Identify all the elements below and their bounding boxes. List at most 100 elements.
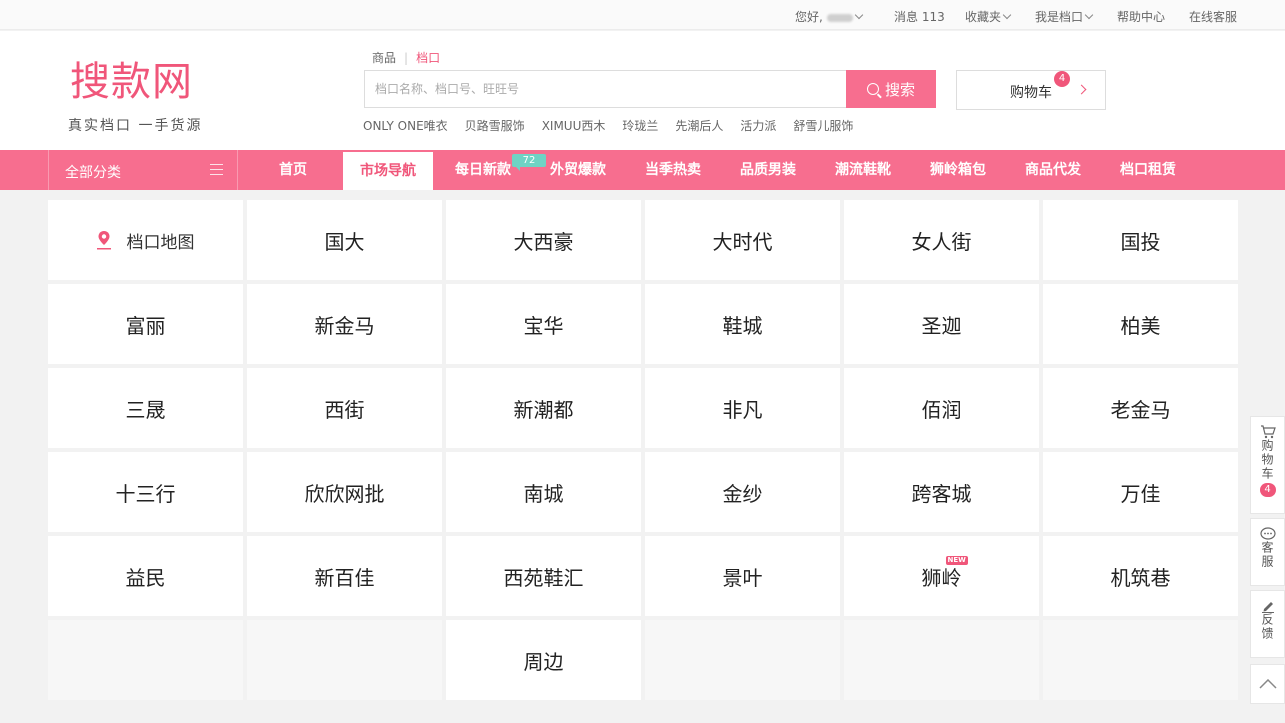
market-cell[interactable]: 金纱 xyxy=(645,452,840,532)
messages-link[interactable]: 消息 113 xyxy=(894,8,945,25)
cart-count-badge: 4 xyxy=(1054,71,1070,87)
market-cell[interactable]: 西街 xyxy=(247,368,442,448)
market-cell[interactable]: 西苑鞋汇 xyxy=(446,536,641,616)
market-cell[interactable]: 女人街 xyxy=(844,200,1039,280)
edit-icon xyxy=(1261,602,1274,613)
favorites-menu[interactable]: 收藏夹 xyxy=(965,8,1012,25)
nav-item-export-hot[interactable]: 外贸爆款 xyxy=(545,150,611,190)
market-cell[interactable]: 周边 xyxy=(446,620,641,700)
hot-link[interactable]: 先潮后人 xyxy=(675,119,723,133)
chevron-down-icon xyxy=(1084,10,1094,20)
nav-item-bags[interactable]: 狮岭箱包 xyxy=(925,150,991,190)
market-cell[interactable]: 大时代 xyxy=(645,200,840,280)
chevron-right-icon xyxy=(1076,84,1087,95)
market-cell[interactable]: 非凡 xyxy=(645,368,840,448)
stall-map-link[interactable]: 档口地图 xyxy=(48,200,243,280)
empty-cell xyxy=(48,620,243,700)
nav-item-daily-new[interactable]: 每日新款 xyxy=(450,150,516,190)
hot-link[interactable]: 玲珑兰 xyxy=(622,119,658,133)
market-cell-shiling[interactable]: 狮岭 NEW xyxy=(844,536,1039,616)
market-cell[interactable]: 大西豪 xyxy=(446,200,641,280)
my-stall-label: 我是档口 xyxy=(1035,10,1084,24)
market-cell[interactable]: 国投 xyxy=(1043,200,1238,280)
side-cart-badge: 4 xyxy=(1259,483,1276,497)
greeting[interactable]: 您好, xyxy=(795,8,864,25)
online-service-link[interactable]: 在线客服 xyxy=(1189,8,1237,25)
hot-link[interactable]: XIMUU西木 xyxy=(542,119,606,133)
back-to-top-button[interactable] xyxy=(1250,664,1285,704)
hot-search-links: ONLY ONE唯衣 贝路雪服饰 XIMUU西木 玲珑兰 先潮后人 活力派 舒雪儿服饰 xyxy=(363,117,870,134)
search-button[interactable]: 搜索 xyxy=(846,70,936,108)
market-name-label: 狮岭 xyxy=(921,565,962,590)
location-pin-icon xyxy=(96,231,111,250)
nav-item-menswear[interactable]: 品质男装 xyxy=(735,150,801,190)
hot-link[interactable]: ONLY ONE唯衣 xyxy=(363,119,448,133)
cart-button[interactable]: 购物车 4 xyxy=(956,70,1106,110)
tab-divider: | xyxy=(404,51,409,65)
top-bar: 您好, 消息 113 收藏夹 我是档口 帮助中心 在线客服 xyxy=(0,0,1285,30)
nav-item-dropship[interactable]: 商品代发 xyxy=(1020,150,1086,190)
nav-item-shoes[interactable]: 潮流鞋靴 xyxy=(830,150,896,190)
market-cell[interactable]: 宝华 xyxy=(446,284,641,364)
side-service-label: 客服 xyxy=(1260,541,1274,569)
cart-icon xyxy=(1260,425,1276,439)
my-stall-menu[interactable]: 我是档口 xyxy=(1035,8,1094,25)
market-cell[interactable]: 机筑巷 xyxy=(1043,536,1238,616)
market-cell[interactable]: 万佳 xyxy=(1043,452,1238,532)
list-icon xyxy=(210,164,223,175)
chevron-down-icon xyxy=(854,10,864,20)
market-cell[interactable]: 新潮都 xyxy=(446,368,641,448)
search-tabs: 商品 | 档口 xyxy=(372,49,440,66)
market-cell[interactable]: 鞋城 xyxy=(645,284,840,364)
new-badge: NEW xyxy=(945,555,968,565)
search-tab-goods[interactable]: 商品 xyxy=(372,51,396,65)
market-cell[interactable]: 佰润 xyxy=(844,368,1039,448)
market-cell[interactable]: 跨客城 xyxy=(844,452,1039,532)
market-cell[interactable]: 老金马 xyxy=(1043,368,1238,448)
market-cell[interactable]: 新百佳 xyxy=(247,536,442,616)
chat-icon xyxy=(1259,527,1276,540)
nav-item-seasonal[interactable]: 当季热卖 xyxy=(640,150,706,190)
search-box xyxy=(364,70,846,108)
slogan: 真实档口 一手货源 xyxy=(68,118,203,134)
search-icon xyxy=(866,83,879,95)
chevron-down-icon xyxy=(1002,10,1012,20)
hot-link[interactable]: 舒雪儿服饰 xyxy=(793,119,853,133)
hot-link[interactable]: 贝路雪服饰 xyxy=(465,119,525,133)
market-cell[interactable]: 新金马 xyxy=(247,284,442,364)
market-cell[interactable]: 欣欣网批 xyxy=(247,452,442,532)
nav-item-stall-rent[interactable]: 档口租赁 xyxy=(1115,150,1181,190)
market-cell[interactable]: 柏美 xyxy=(1043,284,1238,364)
market-cell[interactable]: 南城 xyxy=(446,452,641,532)
market-cell[interactable]: 圣迦 xyxy=(844,284,1039,364)
header: 搜款网 真实档口 一手货源 商品 | 档口 搜索 购物车 4 ONLY ONE唯衣 贝… xyxy=(0,31,1285,150)
cart-label: 购物车 xyxy=(1010,85,1052,101)
search-button-label: 搜索 xyxy=(884,80,915,99)
market-cell[interactable]: 十三行 xyxy=(48,452,243,532)
search-tab-stall[interactable]: 档口 xyxy=(416,51,440,65)
side-service-button[interactable]: 客服 xyxy=(1250,518,1285,586)
new-count-badge: 72 xyxy=(512,154,546,171)
side-cart-label: 购物车 xyxy=(1260,439,1274,481)
favorites-label: 收藏夹 xyxy=(965,10,1002,24)
nav-item-market-nav[interactable]: 市场导航 xyxy=(343,152,433,190)
market-cell[interactable]: 富丽 xyxy=(48,284,243,364)
market-cell[interactable]: 益民 xyxy=(48,536,243,616)
stall-map-label: 档口地图 xyxy=(126,232,195,253)
all-categories-menu[interactable]: 全部分类 xyxy=(48,150,238,190)
main-nav: 全部分类 首页 市场导航 每日新款 72 外贸爆款 当季热卖 品质男装 潮流鞋靴… xyxy=(0,150,1285,190)
empty-cell xyxy=(247,620,442,700)
side-feedback-label: 反馈 xyxy=(1260,613,1274,641)
all-categories-label: 全部分类 xyxy=(65,165,121,181)
market-cell[interactable]: 三晟 xyxy=(48,368,243,448)
side-cart-button[interactable]: 购物车 4 xyxy=(1250,416,1285,514)
hot-link[interactable]: 活力派 xyxy=(740,119,776,133)
search-input[interactable] xyxy=(365,71,846,107)
help-center-link[interactable]: 帮助中心 xyxy=(1117,8,1165,25)
market-cell[interactable]: 国大 xyxy=(247,200,442,280)
nav-item-home[interactable]: 首页 xyxy=(262,150,324,190)
greeting-label: 您好, xyxy=(795,10,823,24)
logo[interactable]: 搜款网 xyxy=(70,49,193,107)
side-feedback-button[interactable]: 反馈 xyxy=(1250,590,1285,658)
market-cell[interactable]: 景叶 xyxy=(645,536,840,616)
